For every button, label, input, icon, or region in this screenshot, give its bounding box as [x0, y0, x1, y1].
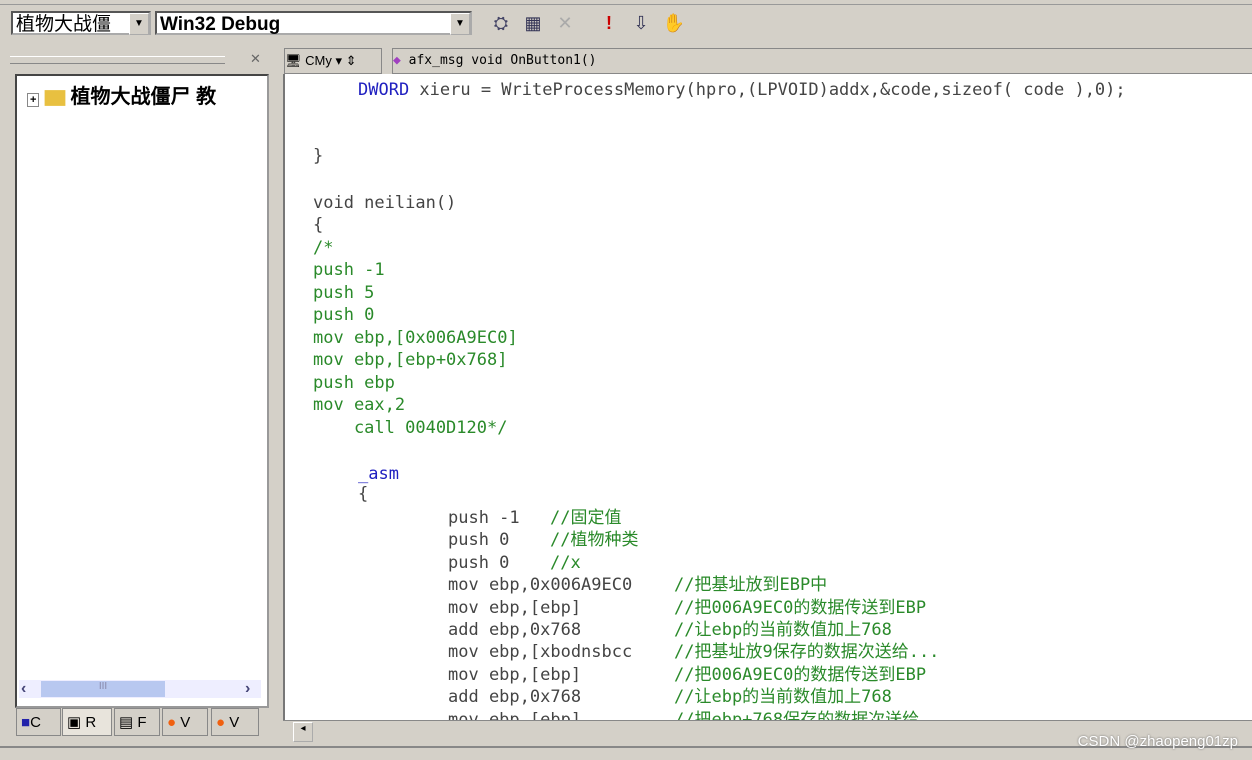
code-line: call 0040D120*/	[313, 418, 508, 438]
asm-comment: //固定值	[550, 508, 622, 528]
keyword: DWORD	[358, 80, 410, 100]
sidebar-grip[interactable]	[10, 56, 225, 64]
asm-comment: //植物种类	[550, 530, 639, 551]
tab-label: V	[180, 714, 191, 731]
member-combo[interactable]: ◆ afx_msg void OnButton1()	[392, 48, 1252, 74]
asm-comment: //把006A9EC0的数据传送到EBP	[674, 664, 927, 685]
scroll-right-icon[interactable]: ›	[245, 680, 250, 698]
file-icon: ▤	[119, 714, 134, 731]
code-line: mov eax,2	[313, 395, 406, 415]
scroll-left-icon[interactable]: ‹	[21, 680, 26, 698]
asm-code-line: push -1	[448, 508, 520, 528]
sidebar-hscrollbar[interactable]: ‹ III ›	[19, 680, 261, 698]
asm-code-line: mov ebp,[ebp]	[448, 664, 582, 685]
workspace-tree: + ▆ 植物大战僵尸 教 ‹ III ›	[15, 74, 269, 708]
tab-label: C	[30, 714, 41, 731]
asm-comment: //让ebp的当前数值加上768	[674, 620, 892, 640]
go-icon[interactable]: ⇩	[628, 10, 654, 36]
config-combo-value: Win32 Debug	[160, 14, 281, 35]
member-combo-value: afx_msg void OnButton1()	[408, 53, 597, 68]
build-icon[interactable]: ▦	[520, 10, 546, 36]
sidebar-close-icon[interactable]: ✕	[250, 51, 261, 67]
breakpoint-hand-icon[interactable]: ✋	[661, 10, 687, 36]
code-text: xieru = WriteProcessMemory(hpro,(LPVOID)…	[409, 80, 1126, 100]
compile-icon[interactable]: ⛭	[488, 10, 514, 36]
tab-resourceview[interactable]: ▣ R	[62, 708, 112, 736]
tree-root-label: 植物大战僵尸 教	[70, 86, 217, 108]
chevron-down-icon[interactable]: ▼	[129, 13, 149, 35]
watermark: CSDN @zhaopeng01zp	[1077, 733, 1238, 750]
top-border	[0, 0, 1252, 5]
asm-code-line: push 0	[448, 530, 510, 551]
class-combo[interactable]: 🖥 CMy ▾ ⇕	[284, 48, 382, 74]
asm-code-line: mov ebp,[xbodnsbcc	[448, 642, 633, 663]
tab-v2[interactable]: ● V	[211, 708, 259, 736]
code-line: /*	[313, 238, 334, 258]
orange-icon: ●	[167, 714, 177, 731]
project-combo[interactable]: 植物大战僵 ▼	[11, 11, 151, 35]
asm-comment: //x	[550, 552, 581, 573]
code-line: DWORD xieru = WriteProcessMemory(hpro,(L…	[358, 80, 1126, 100]
folder-icon: ▆	[45, 86, 65, 108]
project-combo-value: 植物大战僵	[16, 14, 112, 35]
tab-label: V	[229, 714, 240, 731]
code-line: void neilian()	[313, 193, 457, 213]
tab-classview[interactable]: ■C	[16, 708, 61, 736]
code-line: push 5	[313, 283, 375, 303]
execute-icon[interactable]: !	[596, 10, 622, 36]
class-combo-value: CMy	[305, 53, 332, 68]
asm-code-line: mov ebp,0x006A9EC0	[448, 575, 633, 596]
code-line: _asm	[358, 464, 399, 484]
asm-comment: //把基址放9保存的数据次送给...	[674, 642, 940, 663]
config-combo[interactable]: Win32 Debug ▼	[155, 11, 472, 35]
class-icon: 🖥	[285, 53, 302, 68]
tab-label: F	[137, 714, 147, 731]
code-line: mov ebp,[ebp+0x768]	[313, 350, 508, 370]
scroll-thumb[interactable]: III	[41, 681, 165, 697]
stop-build-icon[interactable]: ✕	[552, 10, 578, 36]
code-line: }	[313, 146, 324, 166]
resource-icon: ▣	[67, 714, 82, 731]
classview-icon: ■	[21, 714, 31, 731]
code-editor[interactable]: DWORD xieru = WriteProcessMemory(hpro,(L…	[283, 74, 1252, 730]
expand-plus-icon[interactable]: +	[27, 93, 40, 107]
chevron-down-icon[interactable]: ▼	[450, 13, 470, 35]
tab-fileview[interactable]: ▤ F	[114, 708, 160, 736]
asm-comment: //把基址放到EBP中	[674, 575, 828, 596]
code-line: push 0	[313, 305, 375, 325]
tab-v1[interactable]: ● V	[162, 708, 208, 736]
code-line: {	[313, 215, 324, 235]
orange-doc-icon: ●	[216, 714, 226, 731]
asm-code-line: push 0	[448, 552, 510, 573]
code-line: mov ebp,[0x006A9EC0]	[313, 328, 518, 348]
asm-comment: //让ebp的当前数值加上768	[674, 687, 892, 708]
asm-code-line: add ebp,0x768	[448, 687, 582, 708]
code-line: push ebp	[313, 373, 395, 393]
code-line: push -1	[313, 260, 385, 280]
member-icon: ◆	[393, 53, 401, 68]
asm-code-line: mov ebp,[ebp]	[448, 597, 582, 618]
code-line: {	[358, 484, 369, 504]
asm-comment: //把006A9EC0的数据传送到EBP	[674, 597, 927, 618]
scroll-left-icon[interactable]: ◂	[293, 722, 313, 742]
tree-root-item[interactable]: + ▆ 植物大战僵尸 教	[27, 80, 216, 109]
asm-code-line: add ebp,0x768	[448, 620, 582, 640]
tab-label: R	[85, 714, 97, 731]
